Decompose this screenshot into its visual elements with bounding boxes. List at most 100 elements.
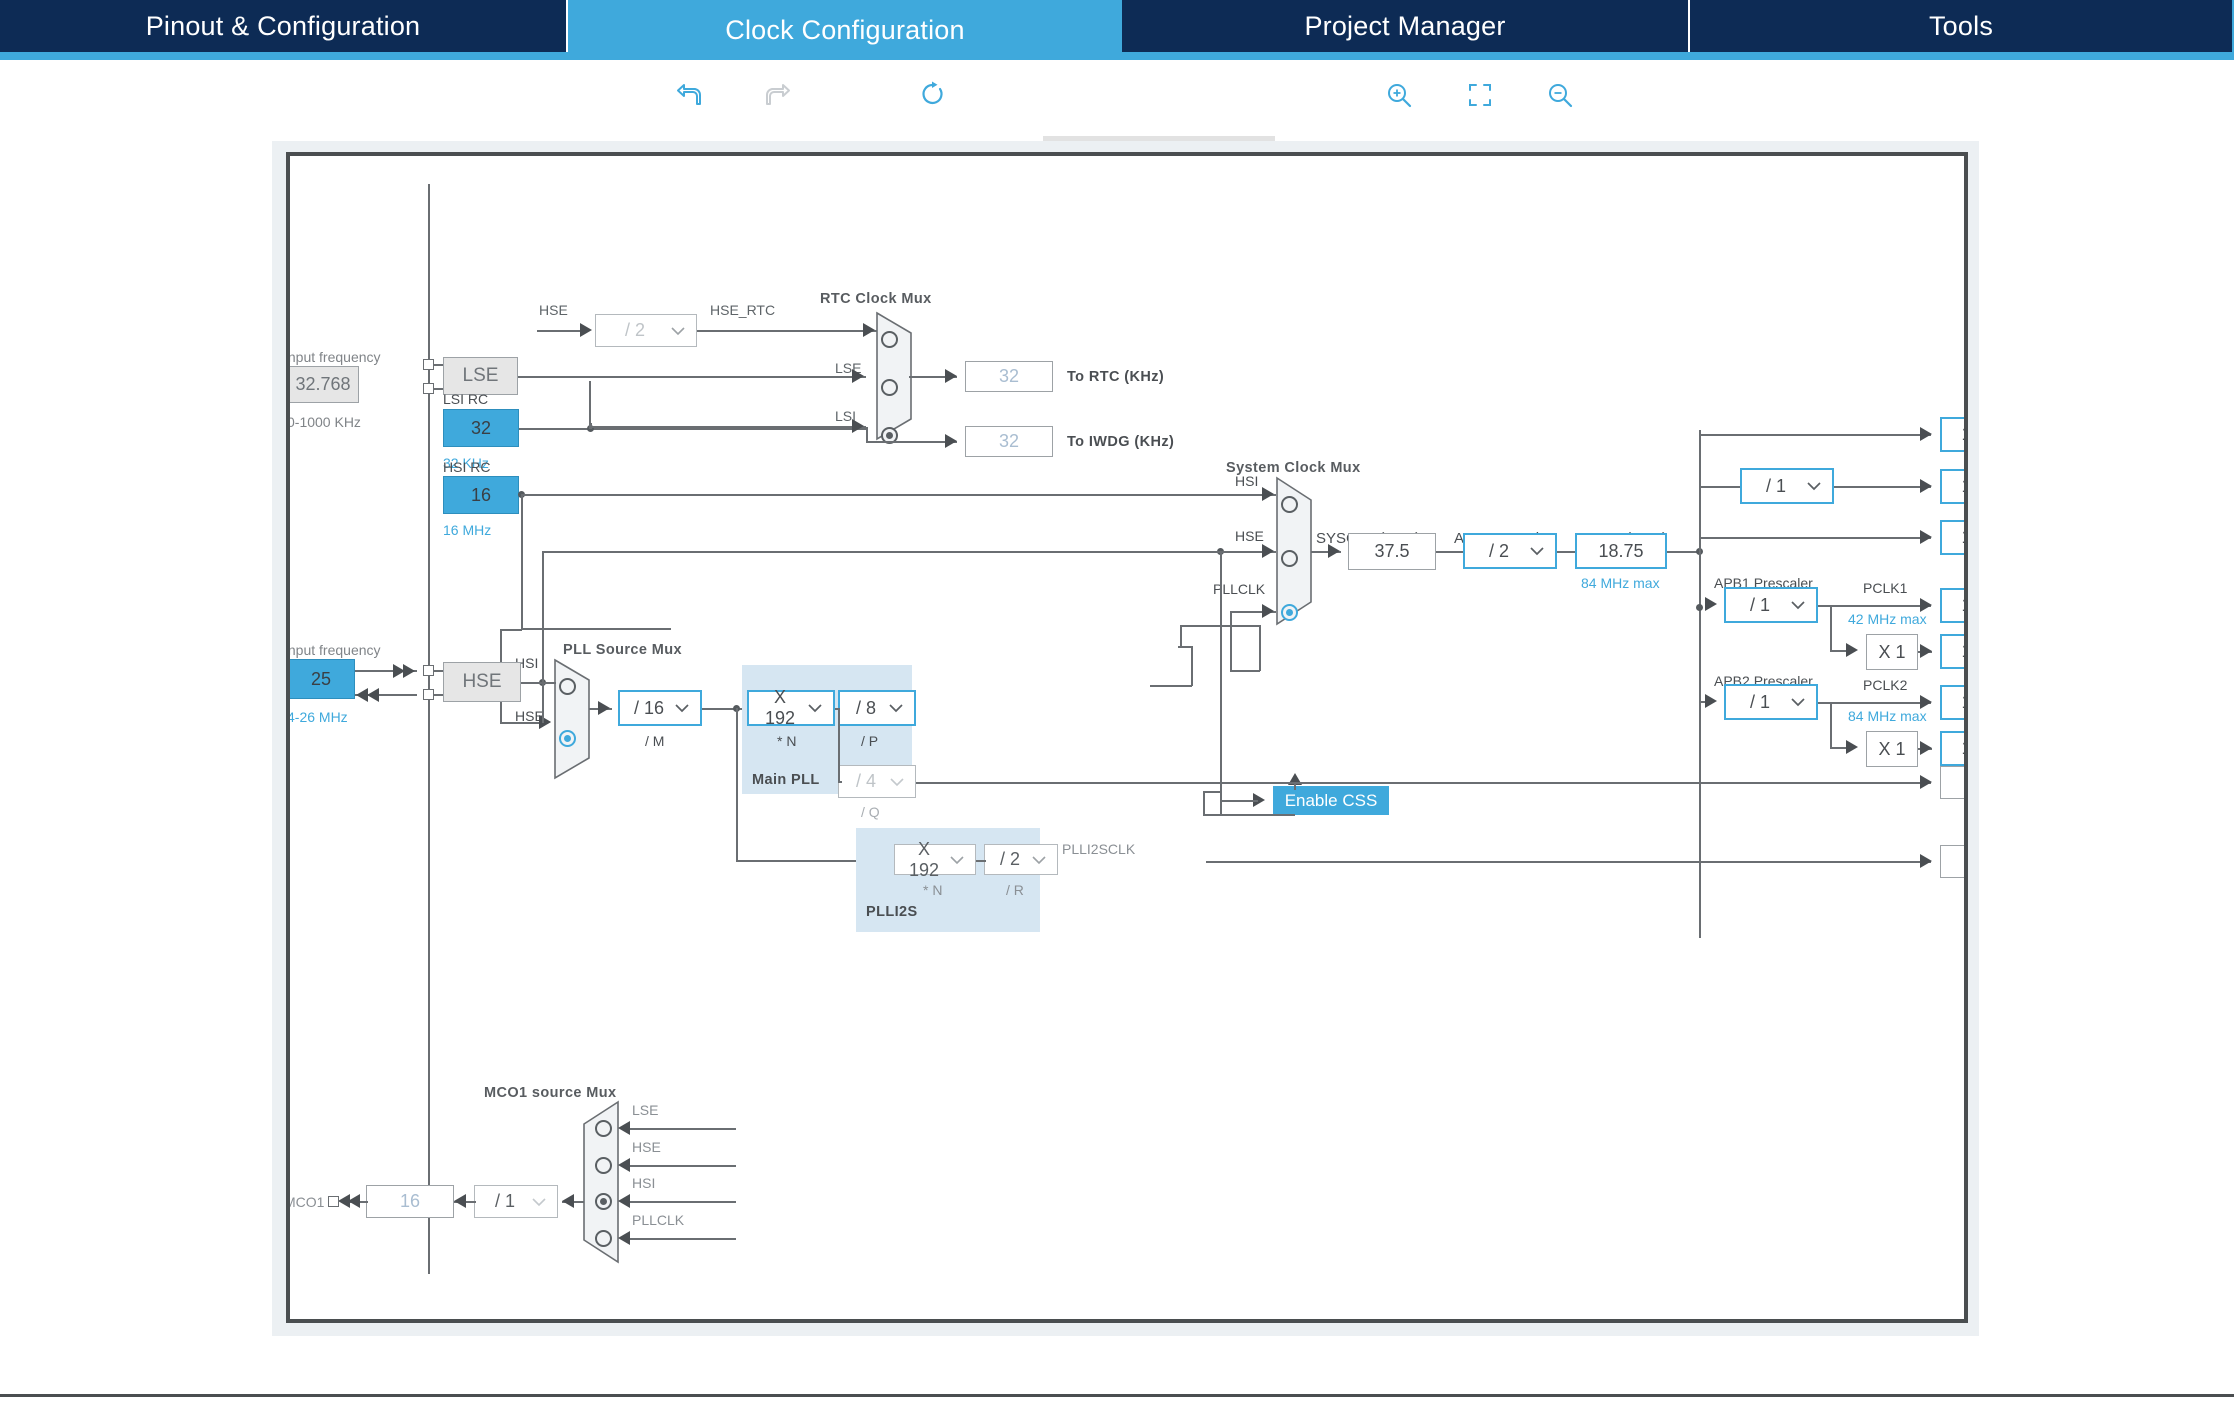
tab-pinout-configuration[interactable]: Pinout & Configuration [0, 0, 568, 52]
mco1-mux-lse-radio[interactable] [595, 1120, 612, 1137]
reload-circular-arrow-icon[interactable] [916, 78, 950, 112]
hse-rtc-divider-dropdown[interactable]: / 2 [595, 314, 697, 347]
wire-q-to-48mhz [916, 782, 1010, 784]
chevron-down-icon [1029, 855, 1049, 865]
apb1-prescaler-dropdown[interactable]: / 1 [1724, 587, 1818, 623]
wire-lsi-drop-to-iwdg [866, 427, 868, 442]
wire-n-to-q [838, 781, 842, 783]
mco1-value-field: 16 [366, 1185, 454, 1218]
cortex-timer-prescaler-dropdown[interactable]: / 1 [1740, 468, 1834, 504]
pclk1-max-label: 42 MHz max [1848, 611, 1927, 627]
apb2-prescaler-dropdown[interactable]: / 1 [1724, 684, 1818, 720]
mco1-mux-lse-label: LSE [632, 1102, 659, 1118]
wire-hse-down-to-css [1220, 551, 1222, 815]
plli2s-r-divider-dropdown[interactable]: / 2 [984, 844, 1058, 875]
wire-pllclk-up [1259, 625, 1261, 671]
wire-lsi-to-iwdg-out [866, 441, 957, 443]
hse-rtc-divider-output-label: HSE_RTC [710, 302, 776, 318]
wire-out-i2s [1206, 861, 1931, 863]
lsi-value-field[interactable]: 32 [443, 409, 519, 447]
mco1-mux-hse-radio[interactable] [595, 1157, 612, 1174]
lse-input-frequency-field[interactable]: 32.768 [290, 366, 359, 403]
plli2sclk-label: PLLI2SCLK [1062, 841, 1136, 857]
lse-block-label: LSE [462, 365, 499, 386]
chevron-down-icon [1527, 546, 1547, 556]
hse-oscillator-block[interactable]: HSE [443, 662, 521, 702]
zoom-fit-frame-icon[interactable] [1463, 78, 1497, 112]
to-iwdg-label: To IWDG (KHz) [1067, 434, 1175, 450]
hclk-value: 18.75 [1598, 540, 1644, 561]
pll-n-multiplier-dropdown[interactable]: X 192 [747, 687, 835, 728]
wire-apb1-timer-drop [1830, 605, 1832, 651]
mco1-mux-hse-label: HSE [632, 1139, 661, 1155]
arrow-out-i2s [1920, 854, 1932, 868]
pll-q-divider-dropdown[interactable]: / 4 [838, 765, 916, 798]
arrow-to-rtc [945, 369, 957, 383]
apb2-prescaler-value: / 1 [1749, 691, 1770, 712]
sysclk-value-field: 37.5 [1348, 533, 1436, 570]
wire-out-hclk-ahb [1699, 434, 1931, 436]
ahb-prescaler-dropdown[interactable]: / 2 [1463, 533, 1557, 569]
arrow-apb2-presc [1705, 694, 1717, 708]
arrow-lsi-to-rtc-mux [852, 419, 864, 433]
pll-m-divider-dropdown[interactable]: / 16 [618, 690, 702, 726]
arrow-pllclk-to-sysclk-mux [1262, 604, 1274, 618]
pll-source-mux-hse-radio[interactable] [559, 730, 576, 747]
output-apb2-periph-field: 18.75 [1940, 685, 1964, 720]
pll-p-divider-dropdown[interactable]: / 8 [838, 690, 916, 726]
undo-arrow-icon[interactable] [673, 78, 707, 112]
mco1-divider-dropdown[interactable]: / 1 [474, 1185, 558, 1218]
wire-hse-to-pllmux [521, 682, 556, 684]
plli2s-n-multiplier-dropdown[interactable]: X 192 [894, 839, 976, 880]
wire-pllclk-hook [1180, 625, 1260, 627]
sysclk-mux-input-hsi-radio[interactable] [1281, 496, 1298, 513]
arrow-lse-to-rtc-mux [852, 369, 864, 383]
window-bottom-rule [0, 1394, 2234, 1397]
tab-project-manager[interactable]: Project Manager [1122, 0, 1690, 52]
output-apb1-timer-value: 18.75 [1961, 641, 1964, 662]
apb1-timer-multiplier-value: X 1 [1878, 641, 1906, 662]
arrow-mco1-mux-out [562, 1194, 574, 1208]
plli2s-r-value: / 2 [999, 849, 1020, 869]
hse-pin-in [423, 665, 434, 676]
wire-css-hse-src [1203, 814, 1295, 816]
pll-p-caption: / P [861, 733, 879, 749]
wire-mco1-hse-in [626, 1165, 736, 1167]
arrow-mco1-div-out [454, 1194, 466, 1208]
output-cortex-timer-value: 18.75 [1961, 476, 1964, 497]
tab-tools[interactable]: Tools [1690, 0, 2232, 52]
redo-arrow-icon[interactable] [760, 78, 794, 112]
arrow-pllmux-out [598, 701, 610, 715]
hse-rtc-divider-input-label: HSE [539, 302, 568, 318]
tab-clock-configuration[interactable]: Clock Configuration [568, 0, 1122, 60]
zoom-in-magnifier-icon[interactable] [1382, 78, 1416, 112]
clock-tree-canvas[interactable]: HSE / 2 HSE_RTC RTC Clock Mux LSE LSI In… [286, 152, 1968, 1323]
sysclk-mux-input-pllclk-radio[interactable] [1281, 604, 1298, 621]
rtc-clock-mux-title: RTC Clock Mux [820, 291, 932, 307]
rtc-mux-input-hse-rtc-radio[interactable] [881, 331, 898, 348]
arrow-hse-out-2 [367, 688, 379, 702]
pclk1-label: PCLK1 [1863, 580, 1908, 596]
mco1-mux-pllclk-radio[interactable] [595, 1230, 612, 1247]
plli2s-n-caption: * N [923, 882, 943, 898]
hse-input-frequency-field[interactable]: 25 [290, 659, 355, 699]
apb2-timer-multiplier-value: X 1 [1878, 738, 1906, 759]
enable-css-button[interactable]: Enable CSS [1273, 786, 1389, 815]
lse-oscillator-block[interactable]: LSE [443, 357, 518, 395]
pll-source-mux-hsi-radio[interactable] [559, 678, 576, 695]
pll-source-mux[interactable] [553, 658, 593, 780]
wire-pclk2 [1818, 702, 1931, 704]
arrow-mco1-hsi [618, 1194, 630, 1208]
output-cortex-timer-field: 18.75 [1940, 469, 1964, 504]
hse-rtc-divider-value: / 2 [624, 320, 645, 340]
hsi-value-field[interactable]: 16 [443, 476, 519, 514]
zoom-out-magnifier-icon[interactable] [1543, 78, 1577, 112]
arrow-hse-to-rtc-div [580, 323, 592, 337]
apb1-timer-multiplier-field: X 1 [1866, 634, 1918, 670]
hclk-value-field: 18.75 [1575, 533, 1667, 569]
output-hclk-ahb-value: 18.75 [1961, 424, 1964, 445]
rtc-mux-input-lse-radio[interactable] [881, 379, 898, 396]
apb2-timer-multiplier-field: X 1 [1866, 731, 1918, 767]
mco1-mux-hsi-radio[interactable] [595, 1193, 612, 1210]
sysclk-mux-input-hse-radio[interactable] [1281, 550, 1298, 567]
